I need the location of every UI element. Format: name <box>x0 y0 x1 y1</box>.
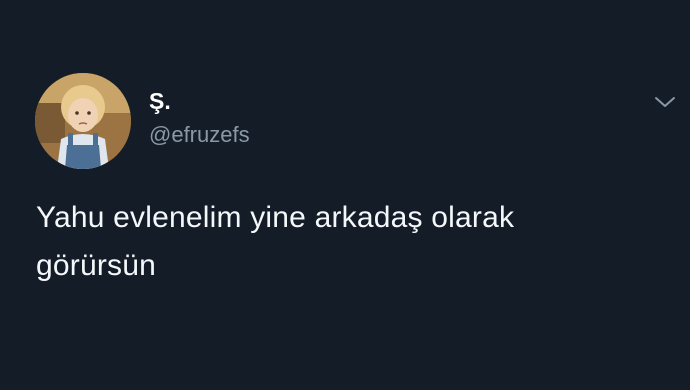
chevron-down-icon[interactable] <box>652 92 678 112</box>
author-display-name[interactable]: Ş. <box>149 88 171 114</box>
author-avatar[interactable] <box>35 73 131 169</box>
tweet-text: Yahu evlenelim yine arkadaş olarak görür… <box>36 194 666 290</box>
tweet-text-line: Yahu evlenelim yine arkadaş olarak <box>36 201 515 234</box>
tweet-card: Ş. @efruzefs Yahu evlenelim yine arkadaş… <box>0 0 690 390</box>
author-handle[interactable]: @efruzefs <box>149 122 250 148</box>
tweet-text-line: görürsün <box>36 249 157 282</box>
profile-photo-avatar <box>35 73 131 169</box>
